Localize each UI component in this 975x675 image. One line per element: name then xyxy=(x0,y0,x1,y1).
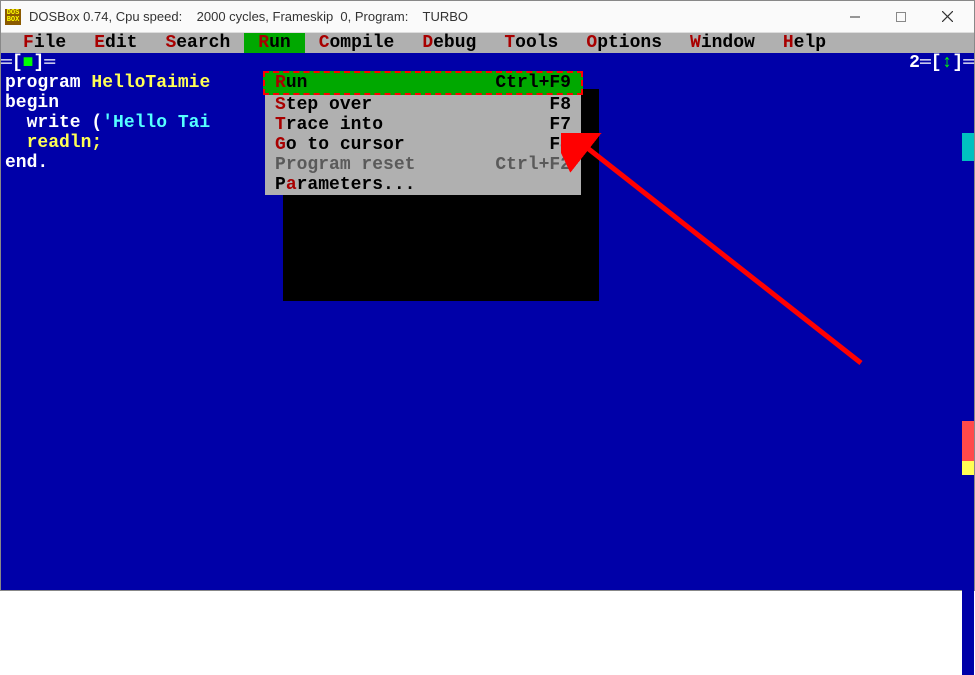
dos-content: File Edit Search Run Compile Debug Tools… xyxy=(1,33,974,590)
dd-go-to-cursor[interactable]: Go to cursor F4 xyxy=(265,135,581,155)
dd-step-over[interactable]: Step over F8 xyxy=(265,95,581,115)
menu-edit[interactable]: Edit xyxy=(80,33,151,53)
menu-run[interactable]: Run xyxy=(244,33,304,53)
menu-debug[interactable]: Debug xyxy=(408,33,490,53)
dosbox-icon: DOS BOX xyxy=(5,9,21,25)
app-window: DOS BOX DOSBox 0.74, Cpu speed: 2000 cyc… xyxy=(0,0,975,591)
menu-tools[interactable]: Tools xyxy=(490,33,572,53)
titlebar: DOS BOX DOSBox 0.74, Cpu speed: 2000 cyc… xyxy=(1,1,974,33)
title-text: DOSBox 0.74, Cpu speed: 2000 cycles, Fra… xyxy=(29,9,832,24)
maximize-button[interactable] xyxy=(878,2,924,32)
close-button[interactable] xyxy=(924,2,970,32)
menu-help[interactable]: Help xyxy=(769,33,840,53)
frame-window-number: 2═[↕]═ xyxy=(909,53,974,73)
dd-parameters[interactable]: Parameters... xyxy=(265,175,581,195)
menu-options[interactable]: Options xyxy=(572,33,676,53)
run-dropdown: Run Ctrl+F9 Step over F8 Trace into F7 G… xyxy=(265,73,581,195)
minimize-button[interactable] xyxy=(832,2,878,32)
dd-run[interactable]: Run Ctrl+F9 xyxy=(263,71,583,95)
window-controls xyxy=(832,2,970,32)
frame-close-icon-left[interactable]: [ xyxy=(12,53,23,73)
menu-compile[interactable]: Compile xyxy=(305,33,409,53)
menubar: File Edit Search Run Compile Debug Tools… xyxy=(1,33,974,53)
menu-window[interactable]: Window xyxy=(676,33,769,53)
frame-close-icon[interactable]: ■ xyxy=(23,53,34,73)
right-color-strip xyxy=(962,73,974,590)
menu-file[interactable]: File xyxy=(9,33,80,53)
dd-trace-into[interactable]: Trace into F7 xyxy=(265,115,581,135)
menu-search[interactable]: Search xyxy=(151,33,244,53)
dd-program-reset: Program reset Ctrl+F2 xyxy=(265,155,581,175)
editor-frame-top: ═ [ ■ ] ═ 2═[↕]═ xyxy=(1,53,974,73)
